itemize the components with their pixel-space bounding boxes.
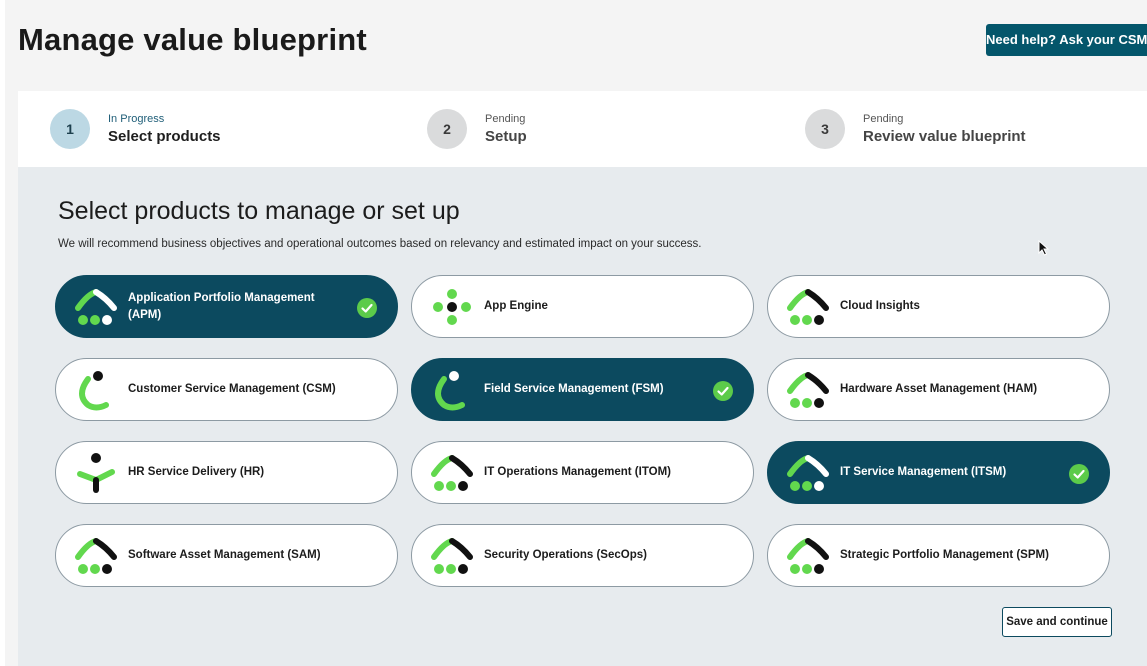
step-number-2: 2 xyxy=(427,109,467,149)
product-name: Strategic Portfolio Management (SPM) xyxy=(840,549,1049,561)
product-name: Software Asset Management (SAM) xyxy=(128,549,321,561)
peak-dots-icon xyxy=(787,289,829,325)
product-name: HR Service Delivery (HR) xyxy=(128,466,265,478)
left-edge xyxy=(0,0,5,666)
product-card-strategic-portfolio-management-spm[interactable]: Strategic Portfolio Management (SPM) xyxy=(767,524,1110,587)
product-card-app-engine[interactable]: App Engine xyxy=(411,275,754,338)
person-arrow-icon xyxy=(77,453,115,493)
product-card-hr-service-delivery-hr[interactable]: HR Service Delivery (HR) xyxy=(55,441,398,504)
step-label: Review value blueprint xyxy=(863,128,1026,145)
peak-dots-icon xyxy=(75,538,117,574)
checkmark-icon xyxy=(1069,464,1089,484)
product-name: Application Portfolio Management (APM) xyxy=(128,291,315,321)
help-csm-button[interactable]: Need help? Ask your CSM xyxy=(986,24,1147,56)
save-and-continue-button[interactable]: Save and continue xyxy=(1002,607,1112,637)
product-name: IT Service Management (ITSM) xyxy=(840,466,1007,478)
product-card-customer-service-management-csm[interactable]: Customer Service Management (CSM) xyxy=(55,358,398,421)
product-card-it-operations-management-itom[interactable]: IT Operations Management (ITOM) xyxy=(411,441,754,504)
product-name: Customer Service Management (CSM) xyxy=(128,383,336,395)
arc-dot-icon xyxy=(435,371,465,411)
arc-dot-icon xyxy=(79,371,109,411)
product-card-software-asset-management-sam[interactable]: Software Asset Management (SAM) xyxy=(55,524,398,587)
step-select-products[interactable]: 1 In Progress Select products xyxy=(50,91,221,167)
product-name: App Engine xyxy=(484,300,548,312)
step-number-1: 1 xyxy=(50,109,90,149)
peak-dots-icon xyxy=(431,455,473,491)
product-selection-panel: Select products to manage or set up We w… xyxy=(18,167,1147,666)
step-number-3: 3 xyxy=(805,109,845,149)
checkmark-icon xyxy=(713,381,733,401)
section-title: Select products to manage or set up xyxy=(58,197,460,225)
product-card-cloud-insights[interactable]: Cloud Insights xyxy=(767,275,1110,338)
step-status: In Progress xyxy=(108,113,165,125)
section-description: We will recommend business objectives an… xyxy=(58,238,702,250)
checkmark-icon xyxy=(357,298,377,318)
product-name: Hardware Asset Management (HAM) xyxy=(840,383,1038,395)
peak-dots-icon xyxy=(75,289,117,325)
progress-stepper: 1 In Progress Select products 2 Pending … xyxy=(18,91,1147,167)
product-name: Cloud Insights xyxy=(840,300,920,312)
product-card-security-operations-secops[interactable]: Security Operations (SecOps) xyxy=(411,524,754,587)
peak-dots-icon xyxy=(787,538,829,574)
peak-dots-icon xyxy=(431,538,473,574)
step-status: Pending xyxy=(863,113,904,125)
product-card-hardware-asset-management-ham[interactable]: Hardware Asset Management (HAM) xyxy=(767,358,1110,421)
mouse-cursor-icon xyxy=(1038,240,1050,256)
step-label: Setup xyxy=(485,128,527,145)
step-review[interactable]: 3 Pending Review value blueprint xyxy=(805,91,1026,167)
peak-dots-icon xyxy=(787,455,829,491)
page-title: Manage value blueprint xyxy=(18,22,367,57)
step-label: Select products xyxy=(108,128,221,145)
cross-dots-icon xyxy=(433,289,471,325)
product-card-it-service-management-itsm[interactable]: IT Service Management (ITSM) xyxy=(767,441,1110,504)
step-status: Pending xyxy=(485,113,526,125)
step-setup[interactable]: 2 Pending Setup xyxy=(427,91,527,167)
product-name: IT Operations Management (ITOM) xyxy=(484,466,671,478)
product-card-field-service-management-fsm[interactable]: Field Service Management (FSM) xyxy=(411,358,754,421)
peak-dots-icon xyxy=(787,372,829,408)
product-name: Security Operations (SecOps) xyxy=(484,549,647,561)
product-card-application-portfolio-management-apm[interactable]: Application Portfolio Management (APM) xyxy=(55,275,398,338)
product-grid: Application Portfolio Management (APM) A… xyxy=(55,275,1111,591)
product-name: Field Service Management (FSM) xyxy=(484,383,664,395)
